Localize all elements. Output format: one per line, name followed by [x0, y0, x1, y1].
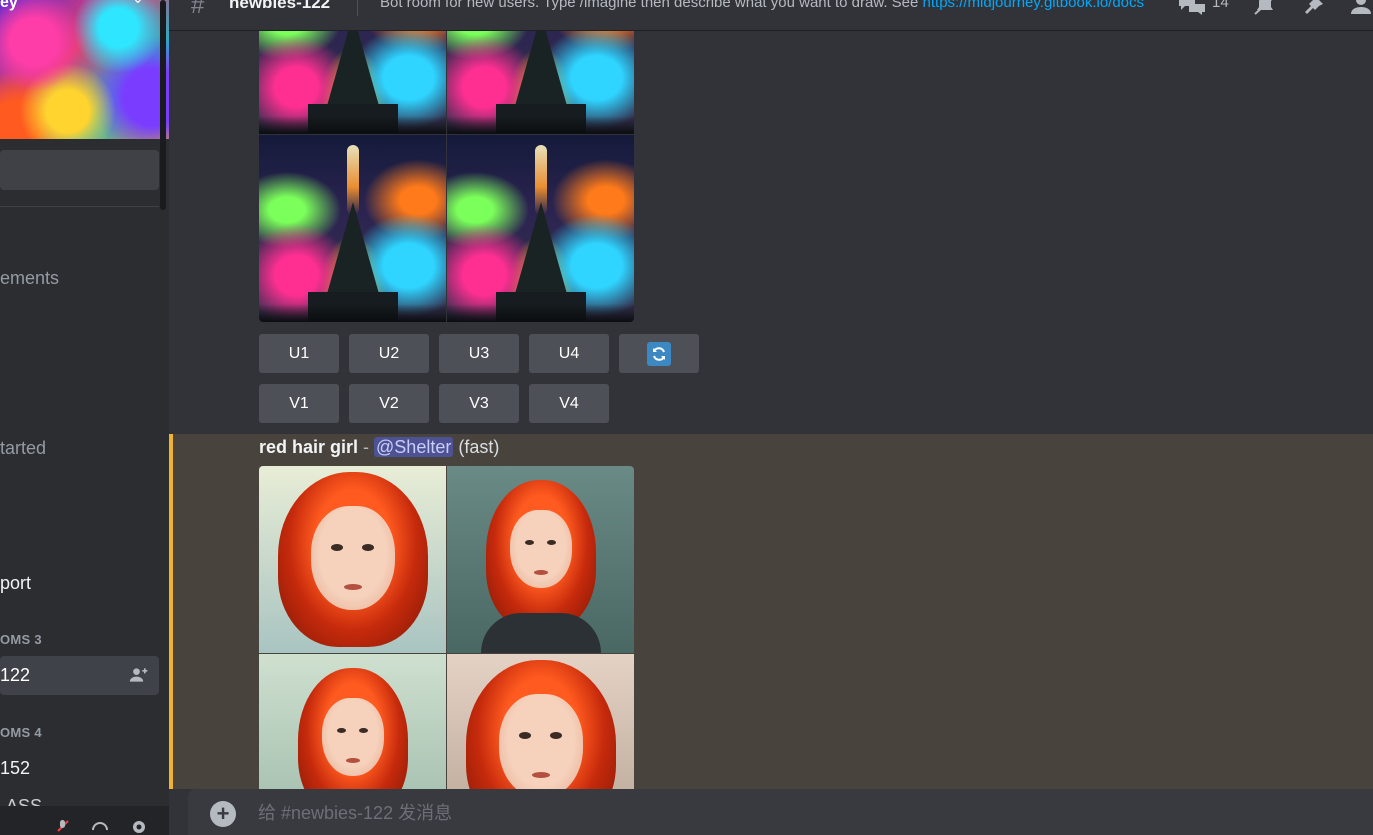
- member-list-icon[interactable]: [1349, 0, 1373, 16]
- face-shape: [509, 510, 572, 588]
- lips: [345, 758, 360, 763]
- reroll-button[interactable]: [619, 334, 699, 373]
- generated-image-4[interactable]: [447, 654, 634, 789]
- generated-image-4[interactable]: [447, 135, 634, 322]
- generation-mode: (fast): [458, 437, 500, 457]
- lips: [531, 772, 550, 778]
- variation-4-button[interactable]: V4: [529, 384, 609, 423]
- variation-1-button[interactable]: V1: [259, 384, 339, 423]
- message-list[interactable]: U1 U2 U3 U4 V1 V2 V3 V4 red hair girl - …: [169, 31, 1373, 789]
- image-grid-red-hair-girl[interactable]: [259, 466, 634, 789]
- eye-right: [359, 728, 368, 733]
- generated-image-2[interactable]: [447, 31, 634, 134]
- user-panel: [0, 806, 169, 835]
- sidebar-search-box[interactable]: [0, 150, 159, 190]
- separator-text: -: [358, 437, 375, 457]
- generated-image-1[interactable]: [259, 31, 446, 134]
- eye-right: [362, 544, 374, 551]
- eye-left: [519, 732, 531, 739]
- lips: [533, 570, 548, 575]
- category-newbie-rooms-3[interactable]: OMS 3: [0, 632, 42, 647]
- upscale-1-button[interactable]: U1: [259, 334, 339, 373]
- chevron-down-icon[interactable]: ⌄: [132, 0, 144, 7]
- message-input[interactable]: [258, 797, 1338, 829]
- user-mention[interactable]: @Shelter: [374, 437, 454, 457]
- crowd-shadow: [259, 116, 446, 134]
- channel-announcements[interactable]: ements: [0, 268, 59, 289]
- sidebar-divider: [0, 206, 159, 207]
- discord-app: ey ⌄ ements tarted port OMS 3 122 OMS 4 …: [0, 0, 1373, 835]
- eye-right: [547, 540, 556, 545]
- channel-getting-started[interactable]: tarted: [0, 438, 46, 459]
- hash-icon: #: [191, 0, 205, 19]
- shoulders: [480, 613, 601, 653]
- headphones-icon[interactable]: [90, 818, 110, 834]
- channel-header: # newbies-122 Bot room for new users. Ty…: [169, 0, 1373, 31]
- channel-sidebar: ey ⌄ ements tarted port OMS 3 122 OMS 4 …: [0, 0, 169, 835]
- message-composer: +: [188, 789, 1373, 835]
- thread-count: 14: [1212, 0, 1229, 11]
- generated-image-2[interactable]: [447, 466, 634, 653]
- variation-2-button[interactable]: V2: [349, 384, 429, 423]
- server-banner[interactable]: ey ⌄: [0, 0, 169, 139]
- add-user-icon[interactable]: [128, 665, 150, 685]
- generated-image-3[interactable]: [259, 654, 446, 789]
- mute-icon[interactable]: [55, 818, 71, 834]
- variation-3-button[interactable]: V3: [439, 384, 519, 423]
- add-attachment-button[interactable]: +: [210, 801, 236, 827]
- face-shape: [321, 698, 384, 776]
- channel-newbies-122[interactable]: 122: [0, 656, 159, 695]
- topic-link[interactable]: https://midjourney.gitbook.io/docs: [923, 0, 1145, 11]
- eye-right: [550, 732, 562, 739]
- channel-support[interactable]: port: [0, 573, 31, 594]
- generated-image-1[interactable]: [259, 466, 446, 653]
- eye-left: [525, 540, 534, 545]
- sidebar-scrollbar[interactable]: [160, 0, 166, 210]
- channel-topic[interactable]: Bot room for new users. Type /imagine th…: [380, 0, 1170, 11]
- server-name[interactable]: ey: [0, 0, 18, 12]
- gear-icon[interactable]: [130, 818, 148, 834]
- notification-bell-muted-icon[interactable]: [1253, 0, 1277, 16]
- upscale-4-button[interactable]: U4: [529, 334, 609, 373]
- upscale-button-row: U1 U2 U3 U4: [259, 334, 699, 373]
- threads-icon[interactable]: [1177, 0, 1209, 16]
- header-divider: [357, 0, 358, 16]
- image-grid-temple[interactable]: [259, 31, 634, 322]
- variation-button-row: V1 V2 V3 V4: [259, 384, 609, 423]
- category-newbie-rooms-4[interactable]: OMS 4: [0, 725, 42, 740]
- lips: [343, 584, 362, 590]
- refresh-icon: [647, 341, 671, 366]
- eye-left: [331, 544, 343, 551]
- channel-title: newbies-122: [229, 0, 331, 12]
- crowd-shadow: [447, 116, 634, 134]
- generated-image-3[interactable]: [259, 135, 446, 322]
- upscale-2-button[interactable]: U2: [349, 334, 429, 373]
- channel-label: 122: [0, 665, 31, 685]
- pin-icon[interactable]: [1301, 0, 1325, 16]
- prompt-text: red hair girl: [259, 437, 359, 457]
- crowd-shadow: [259, 304, 446, 322]
- face-shape: [310, 506, 395, 610]
- channel-newbies-152[interactable]: 152: [0, 758, 30, 779]
- crowd-shadow: [447, 304, 634, 322]
- eye-left: [337, 728, 346, 733]
- upscale-3-button[interactable]: U3: [439, 334, 519, 373]
- message-content: red hair girl - @Shelter (fast): [259, 437, 499, 458]
